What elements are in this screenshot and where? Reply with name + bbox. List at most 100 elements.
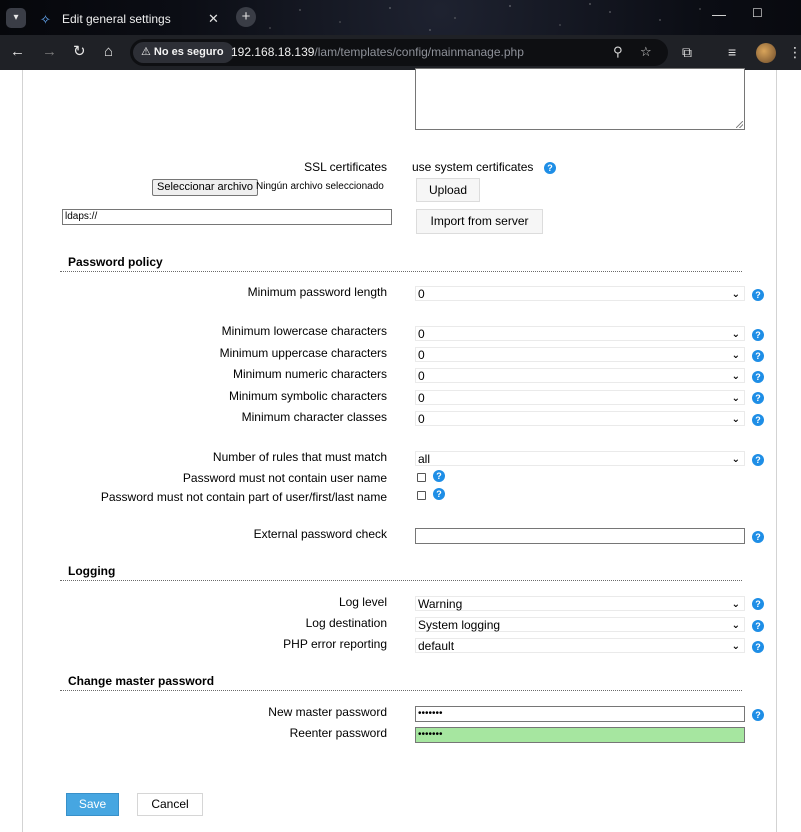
min-length-select[interactable]: 0 ⌄ [415,286,745,301]
url-text[interactable]: 192.168.18.139/lam/templates/config/main… [231,45,524,59]
file-status-text: Ningún archivo seleccionado [256,181,384,192]
min-upper-label: Minimum uppercase characters [219,346,387,360]
help-icon[interactable]: ? [752,329,764,341]
section-divider [60,580,742,581]
profile-avatar[interactable] [756,43,776,63]
chevron-down-icon: ⌄ [731,393,740,404]
import-from-server-button[interactable]: Import from server [416,209,543,234]
external-check-input[interactable] [415,528,745,544]
log-destination-select[interactable]: System logging ⌄ [415,617,745,632]
chevron-down-icon: ⌄ [731,414,740,425]
back-icon[interactable]: ← [10,43,25,61]
zoom-icon[interactable]: ⚲ [613,44,623,60]
help-icon[interactable]: ? [752,641,764,653]
browser-tab[interactable]: ✧ Edit general settings ✕ [32,4,232,35]
favicon: ✧ [40,12,51,27]
browser-toolbar: ← → ↻ ⌂ ⚠ No es seguro 192.168.18.139/lam… [0,35,801,70]
help-icon[interactable]: ? [752,709,764,721]
chevron-down-icon: ⌄ [731,620,740,631]
help-icon[interactable]: ? [433,470,445,482]
help-icon[interactable]: ? [544,162,556,174]
no-username-checkbox[interactable] [417,473,426,482]
settings-panel: SSL certificates use system certificates… [22,68,777,832]
chevron-down-icon: ⌄ [731,329,740,340]
help-icon[interactable]: ? [752,392,764,404]
reading-list-icon[interactable]: ≡ [728,44,736,60]
resize-handle[interactable] [736,121,743,128]
help-icon[interactable]: ? [752,350,764,362]
min-numeric-select[interactable]: 0 ⌄ [415,368,745,383]
page-viewport: SSL certificates use system certificates… [0,68,801,832]
no-username-label: Password must not contain user name [182,471,387,485]
help-icon[interactable]: ? [752,454,764,466]
log-destination-label: Log destination [305,616,387,630]
help-icon[interactable]: ? [752,289,764,301]
chevron-down-icon: ⌄ [731,599,740,610]
help-icon[interactable]: ? [752,414,764,426]
min-classes-label: Minimum character classes [241,410,387,424]
ssl-status-text: use system certificates [412,160,534,174]
chevron-down-icon: ⌄ [731,289,740,300]
log-level-label: Log level [338,595,387,609]
rules-match-select[interactable]: all ⌄ [415,451,745,466]
master-password-title: Change master password [68,674,215,688]
help-icon[interactable]: ? [752,371,764,383]
new-tab-icon[interactable]: + [236,7,256,27]
help-icon[interactable]: ? [752,598,764,610]
home-icon[interactable]: ⌂ [104,43,113,61]
min-upper-select[interactable]: 0 ⌄ [415,347,745,362]
reenter-password-input[interactable]: ••••••• [415,727,745,743]
tab-menu-icon[interactable]: ▾ [6,8,26,28]
log-level-select[interactable]: Warning ⌄ [415,596,745,611]
reload-icon[interactable]: ↻ [73,43,86,61]
forward-icon[interactable]: → [42,43,57,61]
extensions-icon[interactable]: ⧉ [682,44,692,60]
logging-title: Logging [68,564,116,578]
chevron-down-icon: ⌄ [731,454,740,465]
min-numeric-label: Minimum numeric characters [232,367,387,381]
no-part-name-checkbox[interactable] [417,491,426,500]
reenter-password-label: Reenter password [289,726,387,740]
cancel-button[interactable]: Cancel [137,793,203,816]
warning-icon: ⚠ [141,46,151,58]
new-password-label: New master password [268,705,387,719]
tab-title: Edit general settings [62,12,171,26]
no-part-name-label: Password must not contain part of user/f… [100,490,387,504]
security-badge[interactable]: ⚠ No es seguro [133,42,234,63]
ssl-certificates-label: SSL certificates [304,160,387,174]
min-lower-select[interactable]: 0 ⌄ [415,326,745,341]
external-check-label: External password check [253,527,387,541]
php-error-select[interactable]: default ⌄ [415,638,745,653]
password-policy-title: Password policy [68,255,163,269]
upload-button[interactable]: Upload [416,178,480,202]
section-divider [60,690,742,691]
browser-tab-bar: ▾ ✧ Edit general settings ✕ + — ☐ [0,0,801,35]
bookmark-star-icon[interactable]: ☆ [640,44,652,60]
help-icon[interactable]: ? [433,488,445,500]
choose-file-button[interactable]: Seleccionar archivo [152,179,258,196]
chevron-down-icon: ⌄ [731,371,740,382]
min-symbolic-label: Minimum symbolic characters [228,389,387,403]
ldap-server-input[interactable]: ldaps:// [62,209,392,225]
address-bar[interactable]: ⚠ No es seguro 192.168.18.139/lam/templat… [130,39,668,66]
maximize-icon[interactable]: ☐ [752,6,763,20]
help-icon[interactable]: ? [752,531,764,543]
php-error-label: PHP error reporting [283,637,387,651]
menu-icon[interactable]: ⋮ [788,44,801,60]
save-button[interactable]: Save [66,793,119,816]
url-host: 192.168.18.139 [231,45,315,59]
close-icon[interactable]: ✕ [208,11,219,27]
chevron-down-icon: ⌄ [731,641,740,652]
min-length-label: Minimum password length [247,285,387,299]
new-password-input[interactable]: ••••••• [415,706,745,722]
min-lower-label: Minimum lowercase characters [221,324,387,338]
minimize-icon[interactable]: — [712,6,726,22]
chevron-down-icon: ⌄ [731,350,740,361]
section-divider [60,271,742,272]
min-symbolic-select[interactable]: 0 ⌄ [415,390,745,405]
help-icon[interactable]: ? [752,620,764,632]
url-path: /lam/templates/config/mainmanage.php [314,45,524,59]
rules-match-label: Number of rules that must match [212,450,387,464]
min-classes-select[interactable]: 0 ⌄ [415,411,745,426]
textarea-field[interactable] [415,68,745,130]
